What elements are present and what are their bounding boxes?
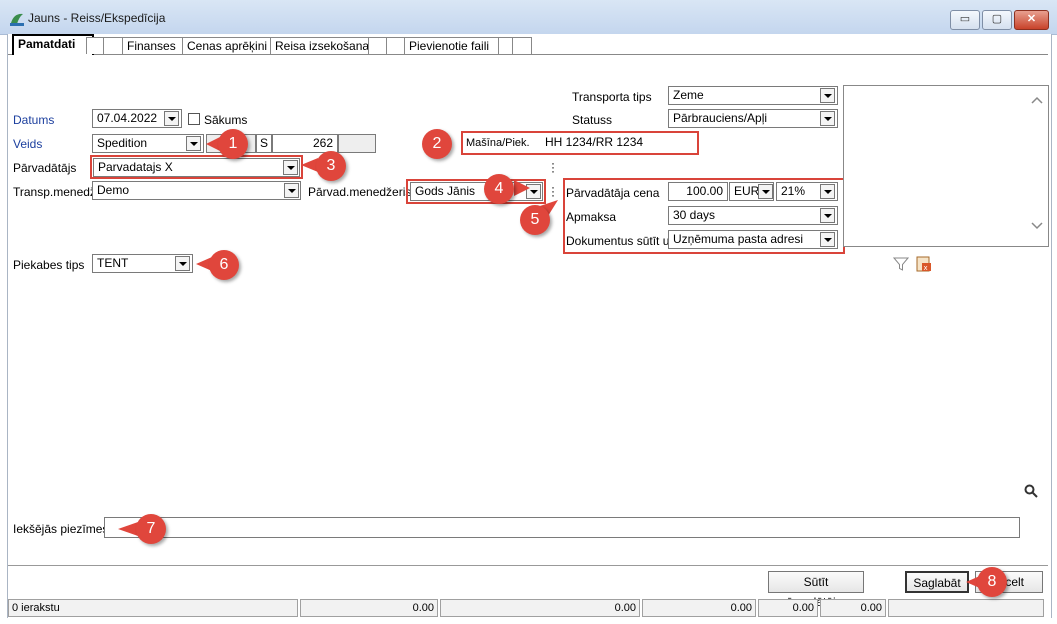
- marker-4-pointer: [514, 180, 530, 196]
- marker-3: 3: [316, 151, 346, 181]
- marker-8: 8: [977, 567, 1007, 597]
- marker-2: 2: [422, 129, 452, 159]
- marker-4: 4: [484, 174, 514, 204]
- marker-6: 6: [209, 250, 239, 280]
- marker-5: 5: [520, 205, 550, 235]
- marker-7-pointer: [118, 522, 138, 536]
- marker-1: 1: [218, 129, 248, 159]
- marker-7: 7: [136, 514, 166, 544]
